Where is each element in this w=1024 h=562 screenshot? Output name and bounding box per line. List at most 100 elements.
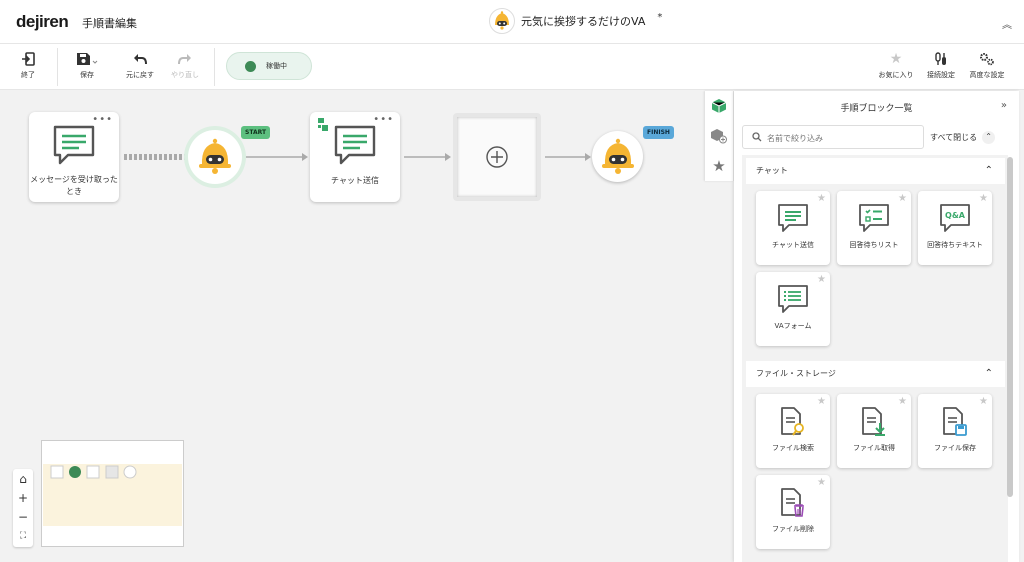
file-save-icon (943, 407, 967, 436)
va-form-icon (778, 285, 808, 313)
connection-label: 接続設定 (927, 71, 955, 79)
status-toggle[interactable]: 稼働中 (226, 52, 312, 80)
status-dot-icon (245, 60, 256, 72)
block-label: ファイル削除 (772, 525, 814, 533)
section-title: ファイル・ストレージ (756, 369, 836, 378)
logo: dejiren (16, 12, 69, 31)
fit-view-button[interactable]: ⛶ (13, 526, 33, 545)
block-label: VAフォーム (774, 322, 812, 330)
block-search[interactable] (742, 125, 924, 149)
unsaved-indicator: * (657, 11, 663, 23)
tab-favorites[interactable]: ★ (705, 151, 733, 181)
block-card-va-form[interactable]: ★ VAフォーム (756, 272, 830, 346)
top-bar: dejiren 手順書編集 元気に挨拶するだけのVA * ︽ (0, 0, 1024, 44)
cube-icon (711, 99, 727, 113)
undo-button[interactable]: 元に戻す (118, 48, 162, 80)
star-icon: ★ (712, 157, 726, 175)
drag-handle-icon[interactable] (316, 117, 330, 133)
toolbar-divider (214, 48, 215, 86)
plus-circle-icon (486, 146, 508, 168)
favorites-label: お気に入り (878, 71, 914, 79)
star-icon: ★ (889, 51, 903, 67)
minimap-nodes (50, 465, 137, 479)
block-label: 回答待ちテキスト (927, 241, 983, 249)
panel-expand-button[interactable]: » (1001, 100, 1007, 111)
minimap[interactable] (41, 440, 184, 547)
chevron-up-icon: ⌃ (984, 368, 993, 379)
save-label: 保存 (80, 71, 94, 79)
panel-tabs: ★ (705, 91, 734, 181)
chevron-up-icon: ⌃ (984, 165, 993, 176)
redo-icon (178, 54, 191, 65)
chat-send-icon (778, 204, 808, 232)
block-card-chat-send[interactable]: ★ チャット送信 (756, 191, 830, 265)
exit-icon (22, 52, 35, 66)
block-label: ファイル検索 (772, 444, 814, 452)
block-label: チャット送信 (772, 241, 814, 249)
block-label: ファイル取得 (853, 444, 895, 452)
va-name: 元気に挨拶するだけのVA (521, 15, 646, 28)
gears-icon (980, 53, 994, 66)
va-title[interactable]: 元気に挨拶するだけのVA * (489, 8, 662, 34)
home-icon[interactable]: ⌂ (13, 469, 33, 488)
tab-blocks[interactable] (705, 91, 733, 121)
bell-robot-icon (601, 138, 634, 174)
zoom-controls: ⌂ + − ⛶ (13, 469, 33, 547)
block-label: 回答待ちリスト (849, 241, 899, 249)
app-root: dejiren 手順書編集 元気に挨拶するだけのVA * ︽ 終了 保存 元に戻… (0, 0, 1024, 562)
collapse-all-button[interactable]: すべて閉じる ⌃ (930, 131, 996, 144)
block-card-answer-list[interactable]: ★ 回答待ちリスト (837, 191, 911, 265)
exit-button[interactable]: 終了 (6, 48, 50, 80)
add-block-placeholder[interactable] (453, 113, 541, 201)
file-delete-icon (781, 488, 804, 517)
answer-text-icon: Q&A (940, 204, 970, 232)
file-download-icon (862, 407, 885, 436)
section-title: チャット (756, 166, 788, 175)
connection-settings-button[interactable]: 接続設定 (919, 48, 963, 80)
tab-custom-blocks[interactable] (705, 121, 733, 151)
chat-send-node-label: チャット送信 (331, 176, 379, 185)
save-icon (77, 53, 98, 65)
block-card-file-save[interactable]: ★ ファイル保存 (918, 394, 992, 468)
zoom-in-button[interactable]: + (13, 488, 33, 507)
zoom-out-button[interactable]: − (13, 507, 33, 526)
redo-button[interactable]: やり直し (163, 48, 207, 80)
start-node[interactable] (188, 130, 242, 184)
undo-label: 元に戻す (126, 71, 154, 79)
block-card-file-download[interactable]: ★ ファイル取得 (837, 394, 911, 468)
file-search-icon (781, 407, 804, 436)
bell-robot-icon (199, 138, 231, 174)
finish-tag: FINISH (643, 126, 674, 139)
status-label: 稼働中 (266, 62, 287, 70)
favorites-button[interactable]: ★ お気に入り (874, 48, 918, 80)
section-file-storage-header[interactable]: ファイル・ストレージ ⌃ (746, 361, 1005, 387)
block-list-panel: 手順ブロック一覧 » すべて閉じる ⌃ チャット ⌃ ★ チャット送信 ★ (734, 91, 1019, 562)
redo-label: やり直し (171, 71, 199, 79)
answer-list-icon (859, 204, 889, 232)
finish-node[interactable] (592, 131, 643, 182)
save-button[interactable]: 保存 (65, 48, 109, 80)
chat-message-icon (334, 125, 376, 165)
section-chat-header[interactable]: チャット ⌃ (746, 158, 1005, 184)
cube-add-icon (711, 129, 727, 144)
block-card-file-delete[interactable]: ★ ファイル削除 (756, 475, 830, 549)
advanced-settings-button[interactable]: 高度な設定 (965, 48, 1009, 80)
panel-scrollbar[interactable] (1007, 157, 1013, 497)
exit-label: 終了 (21, 71, 35, 79)
block-card-file-search[interactable]: ★ ファイル検索 (756, 394, 830, 468)
block-card-answer-text[interactable]: ★ Q&A 回答待ちテキスト (918, 191, 992, 265)
page-title: 手順書編集 (82, 17, 137, 30)
va-bell-avatar-icon (489, 8, 515, 34)
chevron-up-icon: ⌃ (982, 131, 996, 144)
collapse-all-label: すべて閉じる (930, 133, 978, 142)
block-label: ファイル保存 (934, 444, 976, 452)
advanced-label: 高度な設定 (969, 71, 1005, 79)
search-input[interactable] (767, 130, 917, 146)
trigger-node[interactable]: ••• メッセージを受け取ったとき (29, 112, 119, 202)
search-icon (752, 132, 762, 142)
chat-send-node[interactable]: ••• チャット送信 (310, 112, 400, 202)
toolbar-divider (57, 48, 58, 86)
collapse-header-button[interactable]: ︽ (1002, 16, 1012, 31)
trigger-node-label: メッセージを受け取ったとき (30, 175, 118, 196)
panel-title: 手順ブロック一覧 (840, 104, 913, 114)
